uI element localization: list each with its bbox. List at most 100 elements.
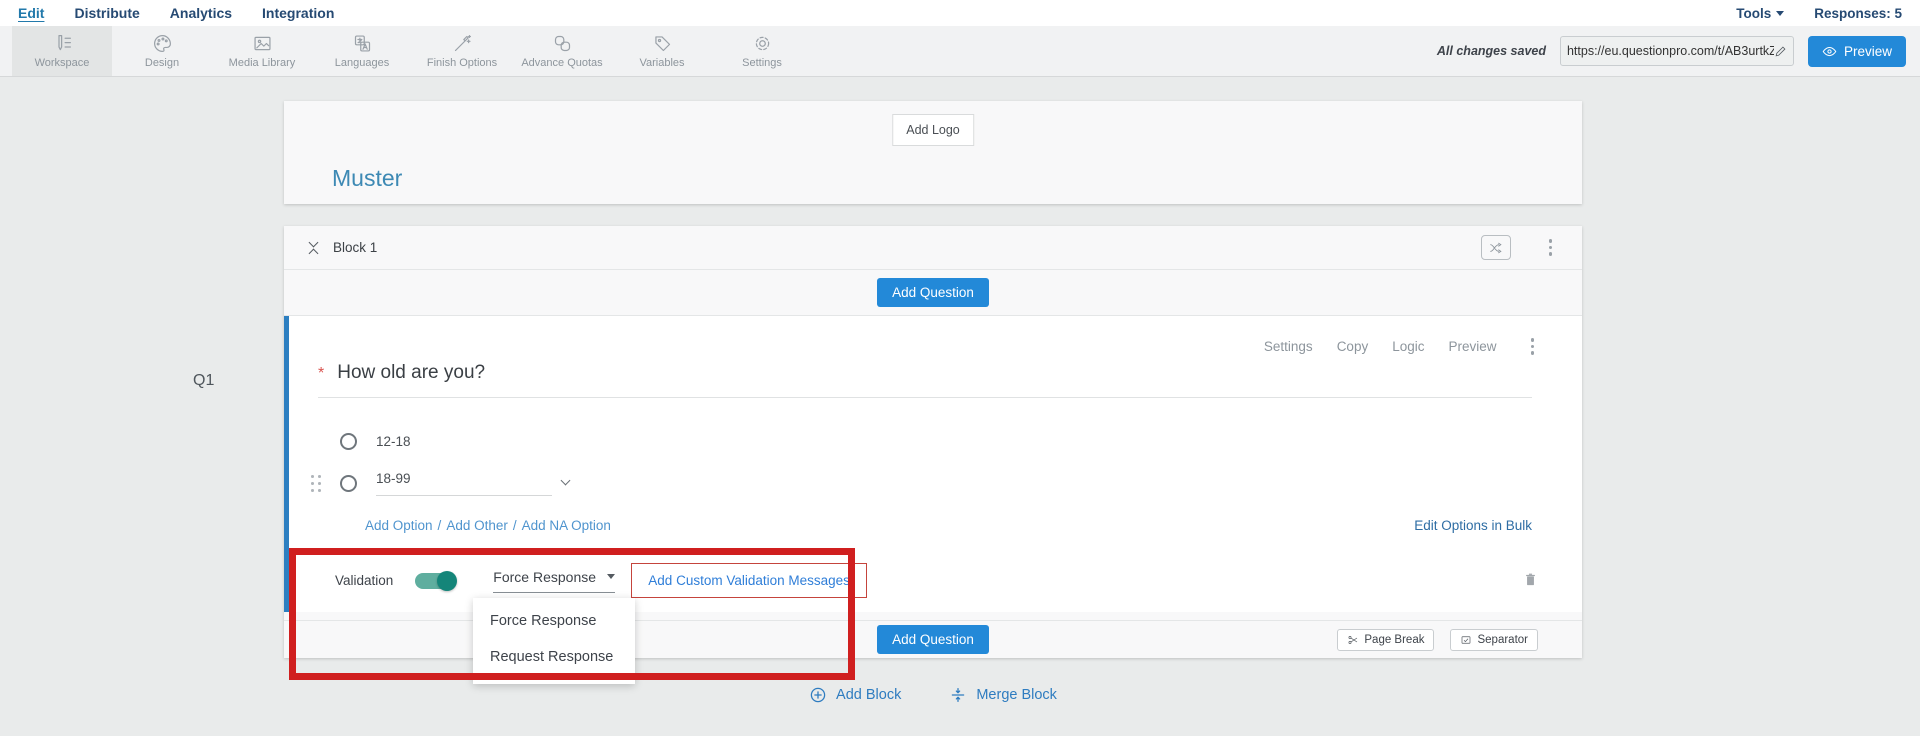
validation-type-value: Force Response bbox=[493, 569, 596, 585]
block-header-actions bbox=[1481, 235, 1557, 260]
add-na-option-link[interactable]: Add NA Option bbox=[522, 518, 611, 533]
toolbar-item-finish-options[interactable]: Finish Options bbox=[412, 26, 512, 76]
merge-block-label: Merge Block bbox=[976, 687, 1057, 703]
radio-button[interactable] bbox=[340, 433, 357, 450]
block-title[interactable]: Block 1 bbox=[333, 240, 377, 255]
toolbar-item-advance-quotas[interactable]: Advance Quotas bbox=[512, 26, 612, 76]
block-actions: Add Block Merge Block bbox=[284, 686, 1582, 704]
edit-pencil-icon[interactable] bbox=[1774, 45, 1787, 58]
survey-title[interactable]: Muster bbox=[332, 165, 402, 192]
question-actions: Settings Copy Logic Preview bbox=[1264, 334, 1538, 359]
trash-icon bbox=[1523, 571, 1538, 588]
toolbar-item-languages[interactable]: Languages bbox=[312, 26, 412, 76]
preview-label: Preview bbox=[1844, 44, 1892, 59]
block-menu-icon[interactable] bbox=[1545, 235, 1557, 260]
toolbar-item-label: Workspace bbox=[35, 57, 90, 69]
caret-down-icon bbox=[607, 574, 615, 579]
toolbar-item-media-library[interactable]: Media Library bbox=[212, 26, 312, 76]
block-footer-chips: Page Break Separator bbox=[1337, 629, 1538, 651]
required-asterisk: * bbox=[318, 365, 324, 383]
block-card: Block 1 Add Question Q1 Settings Copy Lo… bbox=[284, 226, 1582, 658]
toolbar-item-workspace[interactable]: Workspace bbox=[12, 26, 112, 76]
tools-menu[interactable]: Tools bbox=[1736, 6, 1784, 21]
palette-icon bbox=[152, 33, 173, 54]
drag-handle-icon[interactable] bbox=[311, 475, 322, 493]
add-question-button-top[interactable]: Add Question bbox=[877, 278, 989, 307]
magic-wand-icon bbox=[452, 33, 473, 54]
radio-button[interactable] bbox=[340, 475, 357, 492]
toolbar-item-label: Media Library bbox=[229, 57, 296, 69]
caret-down-icon bbox=[1776, 11, 1784, 16]
add-logo-button[interactable]: Add Logo bbox=[892, 114, 974, 146]
option-text-input[interactable]: 18-99 bbox=[376, 471, 552, 496]
merge-block-button[interactable]: Merge Block bbox=[949, 686, 1057, 704]
question-card: Q1 Settings Copy Logic Preview * How old… bbox=[284, 316, 1582, 612]
workspace-icon bbox=[52, 33, 73, 54]
responses-count[interactable]: Responses: 5 bbox=[1814, 6, 1902, 21]
add-custom-validation-messages-button[interactable]: Add Custom Validation Messages bbox=[631, 563, 867, 598]
tag-icon bbox=[652, 33, 673, 54]
dropdown-option-force-response[interactable]: Force Response bbox=[473, 603, 635, 639]
toolbar-item-design[interactable]: Design bbox=[112, 26, 212, 76]
editor-toolbar: Workspace Design Media Library Languages… bbox=[0, 26, 1920, 77]
add-block-button[interactable]: Add Block bbox=[809, 686, 901, 704]
collapse-block-icon[interactable] bbox=[310, 239, 317, 257]
nav-tab-edit[interactable]: Edit bbox=[18, 5, 44, 21]
translate-icon bbox=[352, 33, 373, 54]
nav-tab-integration[interactable]: Integration bbox=[262, 5, 334, 21]
page-break-label: Page Break bbox=[1364, 634, 1424, 646]
option-row: 12-18 bbox=[289, 420, 1582, 462]
preview-button[interactable]: Preview bbox=[1808, 36, 1906, 67]
toolbar-item-label: Settings bbox=[742, 57, 782, 69]
page-break-button[interactable]: Page Break bbox=[1337, 629, 1434, 651]
delete-validation-button[interactable] bbox=[1523, 571, 1538, 591]
plus-circle-icon bbox=[809, 686, 827, 704]
toolbar-item-variables[interactable]: Variables bbox=[612, 26, 712, 76]
survey-url-field[interactable] bbox=[1560, 36, 1794, 66]
randomize-block-button[interactable] bbox=[1481, 235, 1511, 260]
tools-label: Tools bbox=[1736, 6, 1771, 21]
validation-dropdown-menu: Force Response Request Response bbox=[473, 598, 635, 684]
option-row: 18-99 bbox=[289, 462, 1582, 504]
gear-icon bbox=[752, 33, 773, 54]
toolbar-right: All changes saved Preview bbox=[1437, 26, 1920, 76]
option-label[interactable]: 12-18 bbox=[376, 434, 411, 449]
question-menu-icon[interactable] bbox=[1527, 334, 1539, 359]
add-option-link[interactable]: Add Option bbox=[365, 518, 433, 533]
chain-link-icon bbox=[552, 33, 573, 54]
shuffle-icon bbox=[1488, 240, 1504, 256]
scissors-icon bbox=[1347, 634, 1359, 646]
question-logic-link[interactable]: Logic bbox=[1392, 339, 1424, 354]
survey-url-input[interactable] bbox=[1567, 44, 1774, 58]
validation-type-select[interactable]: Force Response bbox=[493, 569, 615, 593]
save-status: All changes saved bbox=[1437, 44, 1546, 58]
separator-button[interactable]: Separator bbox=[1450, 629, 1538, 651]
toolbar-item-settings[interactable]: Settings bbox=[712, 26, 812, 76]
question-settings-link[interactable]: Settings bbox=[1264, 339, 1313, 354]
toolbar-item-label: Advance Quotas bbox=[521, 57, 602, 69]
eye-icon bbox=[1822, 44, 1837, 59]
answer-options: 12-18 18-99 bbox=[289, 420, 1582, 504]
dropdown-option-request-response[interactable]: Request Response bbox=[473, 639, 635, 675]
question-copy-link[interactable]: Copy bbox=[1337, 339, 1369, 354]
validation-row: Validation Force Response Add Custom Val… bbox=[335, 563, 1538, 598]
image-icon bbox=[252, 33, 273, 54]
question-preview-link[interactable]: Preview bbox=[1448, 339, 1496, 354]
separator-icon bbox=[1460, 634, 1472, 646]
toolbar-item-label: Languages bbox=[335, 57, 389, 69]
chevron-down-icon[interactable] bbox=[562, 471, 569, 489]
validation-toggle[interactable] bbox=[415, 573, 455, 589]
block-header: Block 1 bbox=[284, 226, 1582, 270]
add-question-button-bottom[interactable]: Add Question bbox=[877, 625, 989, 654]
question-number-label: Q1 bbox=[193, 372, 214, 390]
nav-tab-analytics[interactable]: Analytics bbox=[170, 5, 232, 21]
toggle-knob bbox=[437, 571, 457, 591]
question-title[interactable]: How old are you? bbox=[337, 362, 485, 384]
toolbar-item-label: Finish Options bbox=[427, 57, 497, 69]
validation-label: Validation bbox=[335, 573, 393, 588]
nav-tab-distribute[interactable]: Distribute bbox=[74, 5, 139, 21]
survey-editor-canvas: Add Logo Muster Block 1 Add Question Q1 … bbox=[284, 101, 1582, 704]
add-other-link[interactable]: Add Other bbox=[446, 518, 508, 533]
edit-options-in-bulk-link[interactable]: Edit Options in Bulk bbox=[1414, 518, 1532, 533]
nav-links: Edit Distribute Analytics Integration bbox=[18, 5, 334, 21]
